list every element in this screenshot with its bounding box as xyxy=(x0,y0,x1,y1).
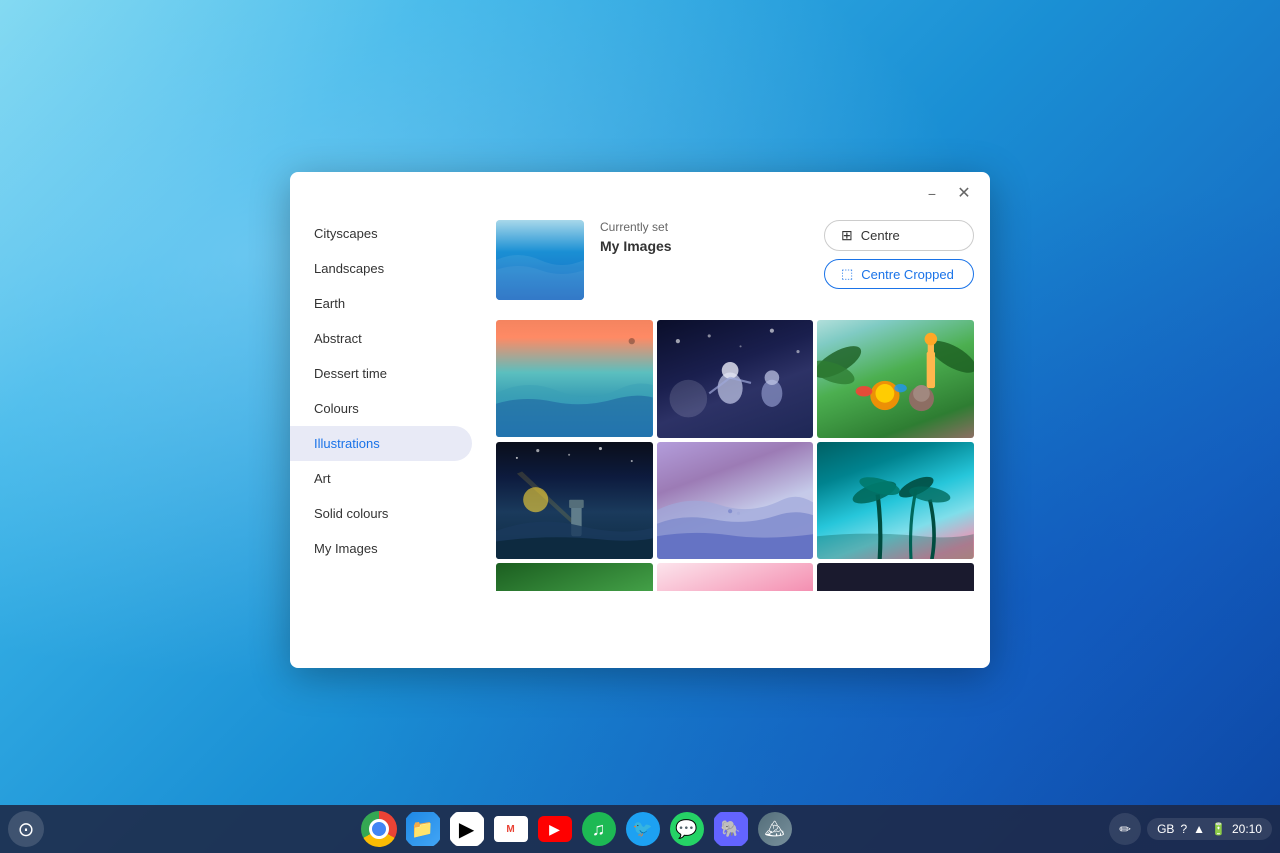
preview-image xyxy=(496,220,584,300)
sidebar-item-landscapes[interactable]: Landscapes xyxy=(290,251,472,286)
partial-thumb-3[interactable] xyxy=(817,563,974,591)
space-svg xyxy=(657,320,814,438)
twitter-icon: 🐦 xyxy=(626,812,660,846)
currently-set-name: My Images xyxy=(600,238,808,254)
whatsapp-icon: 💬 xyxy=(670,812,704,846)
taskbar-app-youtube[interactable]: ▶ xyxy=(535,809,575,849)
taskbar-app-photos[interactable]: 🏔 xyxy=(755,809,795,849)
clock: 20:10 xyxy=(1232,822,1262,836)
taskbar-center: 📁 ▶ M ▶ ♫ 🐦 💬 xyxy=(359,809,795,849)
wallpaper-dialog: − ✕ Cityscapes Landscapes Earth Abstract… xyxy=(290,172,990,668)
sidebar-item-art[interactable]: Art xyxy=(290,461,472,496)
minimize-icon: − xyxy=(928,187,936,201)
position-buttons: ⊞ Centre ⬚ Centre Cropped xyxy=(824,220,974,289)
current-wallpaper-preview xyxy=(496,220,584,300)
taskbar-app-gmail[interactable]: M xyxy=(491,809,531,849)
wallpaper-thumb-beach[interactable] xyxy=(496,320,653,437)
sidebar-item-abstract[interactable]: Abstract xyxy=(290,321,472,356)
launcher-button[interactable]: ⊙ xyxy=(8,811,44,847)
wallpaper-thumb-jungle[interactable] xyxy=(817,320,974,438)
desert-svg xyxy=(657,442,814,560)
centre-cropped-icon: ⬚ xyxy=(841,266,853,282)
centre-cropped-button[interactable]: ⬚ Centre Cropped xyxy=(824,259,974,289)
wallpaper-grid xyxy=(496,320,974,559)
dialog-header: − ✕ xyxy=(290,172,990,208)
sidebar-item-illustrations[interactable]: Illustrations xyxy=(290,426,472,461)
close-icon: ✕ xyxy=(957,186,970,202)
chrome-icon xyxy=(361,811,397,847)
sidebar-item-cityscapes[interactable]: Cityscapes xyxy=(290,216,472,251)
taskbar: ⊙ 📁 ▶ M ▶ ♫ xyxy=(0,805,1280,853)
current-wallpaper-info: Currently set My Images xyxy=(600,220,808,266)
taskbar-app-mastodon[interactable]: 🐘 xyxy=(711,809,751,849)
gmail-icon: M xyxy=(494,816,528,842)
sidebar-item-solid-colours[interactable]: Solid colours xyxy=(290,496,472,531)
launcher-icon: ⊙ xyxy=(18,817,35,842)
partial-thumb-1[interactable] xyxy=(496,563,653,591)
taskbar-app-twitter[interactable]: 🐦 xyxy=(623,809,663,849)
centre-button[interactable]: ⊞ Centre xyxy=(824,220,974,251)
system-tray[interactable]: GB ? ▲ 🔋 20:10 xyxy=(1147,818,1272,840)
pen-icon: ✏ xyxy=(1119,821,1131,838)
sidebar-item-dessert-time[interactable]: Dessert time xyxy=(290,356,472,391)
wallpaper-thumb-desert[interactable] xyxy=(657,442,814,560)
dialog-body: Cityscapes Landscapes Earth Abstract Des… xyxy=(290,208,990,668)
spotify-icon: ♫ xyxy=(582,812,616,846)
beach-svg xyxy=(496,320,653,437)
taskbar-app-chrome[interactable] xyxy=(359,809,399,849)
play-icon: ▶ xyxy=(450,812,484,846)
battery-icon: 🔋 xyxy=(1211,822,1226,836)
centre-icon: ⊞ xyxy=(841,227,853,244)
wallpaper-thumb-night[interactable] xyxy=(496,442,653,559)
taskbar-right: ✏ GB ? ▲ 🔋 20:10 xyxy=(1109,813,1272,845)
wallpaper-thumb-space[interactable] xyxy=(657,320,814,438)
help-icon: ? xyxy=(1180,822,1187,836)
sidebar-item-my-images[interactable]: My Images xyxy=(290,531,472,566)
desktop: − ✕ Cityscapes Landscapes Earth Abstract… xyxy=(0,0,1280,853)
youtube-icon: ▶ xyxy=(538,816,572,842)
mastodon-icon: 🐘 xyxy=(714,812,748,846)
wallpaper-thumb-tropical[interactable] xyxy=(817,442,974,560)
wifi-icon: ▲ xyxy=(1193,822,1205,836)
currently-set-label: Currently set xyxy=(600,220,808,234)
main-content: Currently set My Images ⊞ Centre ⬚ Centr… xyxy=(480,208,990,668)
region-label: GB xyxy=(1157,822,1174,836)
taskbar-app-whatsapp[interactable]: 💬 xyxy=(667,809,707,849)
taskbar-left: ⊙ xyxy=(8,811,44,847)
pen-button[interactable]: ✏ xyxy=(1109,813,1141,845)
sidebar: Cityscapes Landscapes Earth Abstract Des… xyxy=(290,208,480,668)
minimize-button[interactable]: − xyxy=(918,180,946,208)
photos-icon: 🏔 xyxy=(758,812,792,846)
jungle-svg xyxy=(817,320,974,438)
night-svg xyxy=(496,442,653,559)
partial-thumb-2[interactable] xyxy=(657,563,814,591)
taskbar-app-files[interactable]: 📁 xyxy=(403,809,443,849)
current-wallpaper-section: Currently set My Images ⊞ Centre ⬚ Centr… xyxy=(496,220,974,300)
partial-row xyxy=(496,563,974,591)
sidebar-item-colours[interactable]: Colours xyxy=(290,391,472,426)
taskbar-app-play[interactable]: ▶ xyxy=(447,809,487,849)
tropical-svg xyxy=(817,442,974,560)
files-icon: 📁 xyxy=(406,812,440,846)
sidebar-item-earth[interactable]: Earth xyxy=(290,286,472,321)
taskbar-app-spotify[interactable]: ♫ xyxy=(579,809,619,849)
close-button[interactable]: ✕ xyxy=(950,180,978,208)
